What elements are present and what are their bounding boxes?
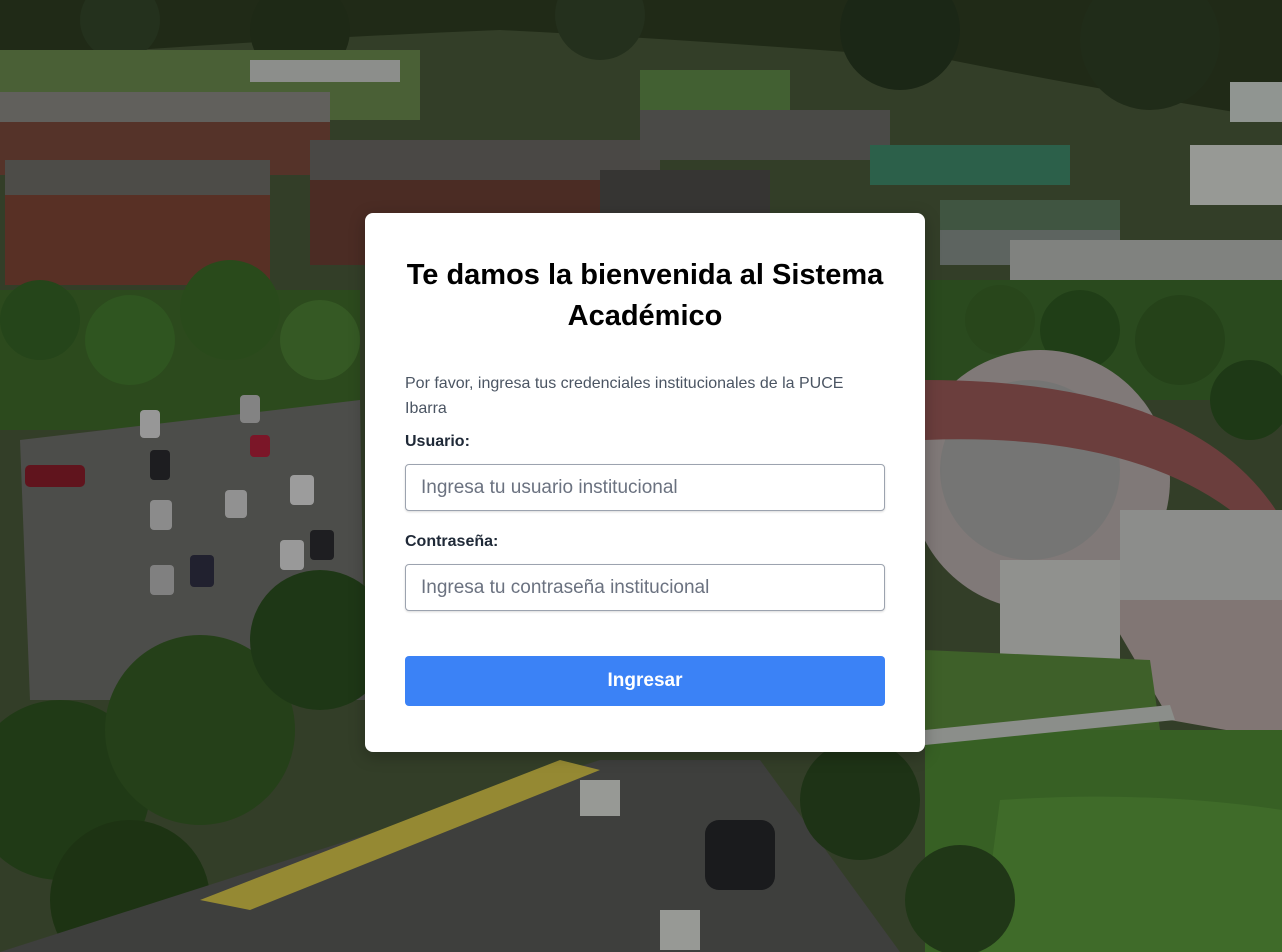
page-title: Te damos la bienvenida al Sistema Académ…: [406, 259, 884, 332]
password-input[interactable]: [405, 564, 885, 611]
password-label: Contraseña:: [405, 533, 499, 550]
login-card: Te damos la bienvenida al Sistema Académ…: [365, 213, 925, 752]
login-page: Te damos la bienvenida al Sistema Académ…: [0, 0, 1282, 952]
username-input[interactable]: [405, 464, 885, 511]
login-submit-button[interactable]: Ingresar: [405, 656, 885, 706]
login-instructions: Por favor, ingresa tus credenciales inst…: [405, 375, 844, 417]
username-label: Usuario:: [405, 433, 470, 450]
